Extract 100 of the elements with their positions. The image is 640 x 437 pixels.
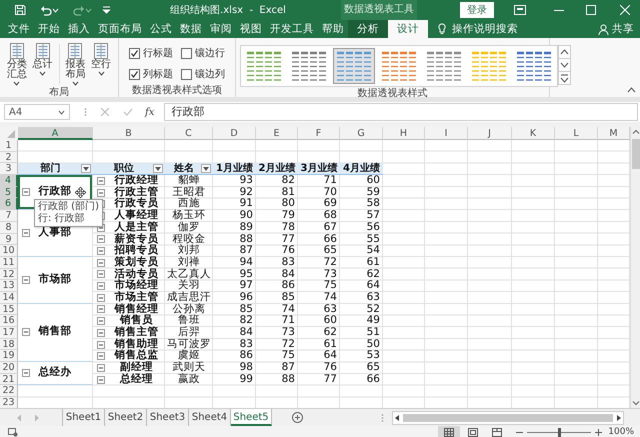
column-header[interactable]: L (555, 127, 598, 140)
ribbon-tab[interactable]: 文件 (4, 20, 34, 38)
row-header[interactable]: 7 (0, 210, 18, 222)
collapse-icon[interactable] (97, 176, 105, 185)
filter-button[interactable] (201, 164, 211, 174)
collapse-icon[interactable] (97, 270, 105, 278)
column-header[interactable]: B (93, 127, 165, 140)
row-header[interactable]: 10 (0, 245, 18, 257)
login-button[interactable]: 登录 (460, 2, 494, 18)
collapse-icon[interactable] (97, 352, 105, 360)
ribbon-display-icon[interactable] (514, 5, 526, 15)
ribbon-button[interactable]: 报表布局 (64, 42, 86, 86)
row-header[interactable]: 4 (0, 175, 18, 187)
collapse-icon[interactable] (97, 258, 105, 267)
collapse-icon[interactable] (22, 188, 30, 196)
horizontal-scrollbar[interactable] (392, 410, 624, 424)
column-header[interactable]: J (468, 127, 512, 140)
name-box[interactable]: A4 (4, 104, 70, 120)
row-header[interactable]: 23 (0, 397, 18, 408)
collapse-icon[interactable] (22, 369, 30, 378)
collapse-icon[interactable] (97, 340, 105, 349)
row-header[interactable]: 12 (0, 268, 18, 280)
ribbon-button[interactable]: 空行 (90, 42, 112, 76)
row-header[interactable]: 19 (0, 350, 18, 362)
column-header[interactable]: I (425, 127, 468, 140)
collapse-icon[interactable] (97, 235, 105, 244)
row-header[interactable]: 11 (0, 256, 18, 269)
ribbon-tab[interactable]: 帮助 (318, 20, 348, 38)
collapse-icon[interactable] (97, 328, 105, 337)
scroll-up-icon[interactable] (558, 45, 571, 59)
scroll-left-icon[interactable] (393, 412, 401, 422)
slider-thumb[interactable] (558, 428, 562, 436)
search-field[interactable]: 操作说明搜索 (452, 20, 518, 38)
collapse-icon[interactable] (97, 376, 105, 384)
collapse-icon[interactable] (22, 328, 30, 336)
collapse-icon[interactable] (97, 305, 105, 314)
column-header[interactable]: K (512, 127, 555, 140)
ribbon-tab[interactable]: 分析 (348, 20, 388, 38)
ribbon-tab[interactable]: 页面布局 (94, 20, 146, 38)
scroll-thumb[interactable] (632, 139, 640, 169)
filter-button[interactable] (153, 164, 163, 174)
ribbon-tab[interactable]: 开始 (34, 20, 64, 38)
row-header[interactable]: 8 (0, 222, 18, 234)
column-header[interactable]: A (18, 127, 93, 140)
row-header[interactable]: 17 (0, 327, 18, 339)
scroll-down-icon[interactable] (558, 58, 571, 72)
checkbox[interactable] (129, 48, 140, 58)
undo-icon[interactable] (40, 4, 52, 16)
share-button[interactable]: 共享 (612, 20, 634, 38)
column-header[interactable]: C (165, 127, 213, 140)
add-sheet-icon[interactable] (292, 412, 303, 423)
collapse-icon[interactable] (97, 282, 105, 290)
ribbon-tab[interactable]: 审阅 (206, 20, 236, 38)
scroll-down-icon[interactable] (631, 398, 640, 408)
row-header[interactable]: 1 (0, 140, 18, 152)
row-header[interactable]: 6 (0, 198, 18, 210)
macro-record-icon[interactable] (8, 428, 18, 436)
column-header[interactable]: M (598, 127, 630, 140)
row-label-cell[interactable]: 销售部 (18, 304, 93, 362)
checkbox[interactable] (181, 68, 192, 80)
column-header[interactable]: H (383, 127, 425, 140)
ribbon-button[interactable]: 总计 (32, 42, 54, 76)
row-header[interactable]: 21 (0, 374, 18, 386)
more-icon[interactable] (558, 71, 571, 85)
row-header[interactable]: 16 (0, 315, 18, 327)
maximize-icon[interactable] (586, 5, 596, 15)
column-header[interactable]: F (298, 127, 340, 140)
collapse-ribbon-icon[interactable] (627, 87, 636, 93)
zoom-level[interactable]: 100% (608, 427, 634, 437)
collapse-icon[interactable] (22, 276, 30, 284)
ribbon-button[interactable]: 分类汇总 (6, 42, 28, 86)
ribbon-tab[interactable]: 视图 (236, 20, 266, 38)
normal-view-button[interactable] (438, 426, 460, 437)
customize-icon[interactable] (102, 6, 111, 14)
row-header[interactable]: 3 (0, 163, 18, 176)
ribbon-tab[interactable]: 公式 (146, 20, 176, 38)
formula-field[interactable]: 行政部 (164, 103, 638, 121)
column-header[interactable]: G (340, 127, 383, 140)
row-header[interactable]: 14 (0, 292, 18, 304)
row-label-cell[interactable]: 总经办 (18, 362, 93, 386)
collapse-icon[interactable] (97, 188, 105, 197)
ribbon-tab[interactable]: 设计 (388, 20, 428, 38)
scroll-right-icon[interactable] (615, 412, 623, 422)
collapse-icon[interactable] (97, 247, 105, 256)
ribbon-tab[interactable]: 插入 (64, 20, 94, 38)
zoom-in-icon[interactable] (595, 428, 602, 436)
row-header[interactable]: 9 (0, 234, 18, 246)
row-header[interactable]: 2 (0, 152, 18, 164)
row-header[interactable]: 5 (0, 186, 18, 198)
collapse-icon[interactable] (97, 317, 105, 326)
column-header[interactable]: D (213, 127, 256, 140)
checkbox[interactable] (129, 68, 140, 80)
row-header[interactable]: 15 (0, 304, 18, 316)
column-header[interactable]: E (256, 127, 298, 140)
checkbox[interactable] (181, 48, 192, 58)
row-header[interactable]: 20 (0, 362, 18, 374)
collapse-icon[interactable] (22, 229, 30, 237)
close-icon[interactable] (620, 5, 630, 15)
sheet-tab[interactable]: Sheet5 (231, 409, 272, 426)
row-header[interactable]: 22 (0, 385, 18, 398)
